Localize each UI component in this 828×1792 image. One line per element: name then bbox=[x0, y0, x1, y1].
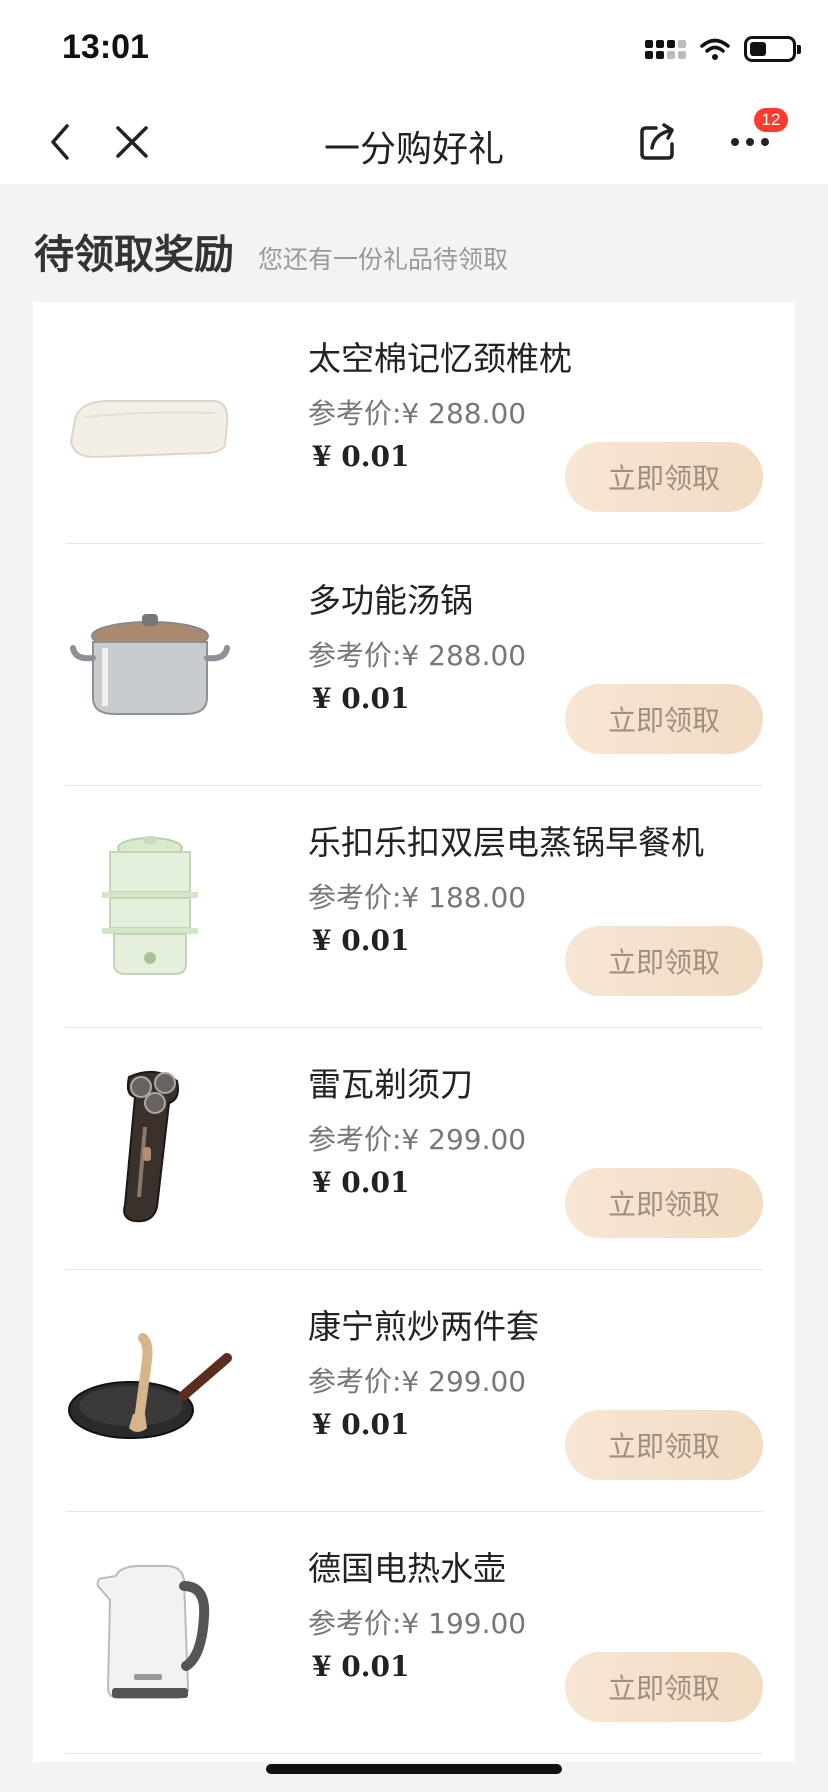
list-item: 雷瓦剃须刀 参考价:¥ 299.00 ¥ 0.01 立即领取 bbox=[65, 1028, 763, 1270]
claim-button[interactable]: 立即领取 bbox=[565, 1652, 763, 1722]
more-button[interactable]: 12 bbox=[724, 108, 788, 168]
claim-button[interactable]: 立即领取 bbox=[565, 1410, 763, 1480]
list-item: 康宁煎炒两件套 参考价:¥ 299.00 ¥ 0.01 立即领取 bbox=[65, 1270, 763, 1512]
kettle-icon bbox=[65, 1546, 235, 1716]
divider bbox=[65, 1753, 763, 1754]
battery-icon bbox=[744, 36, 801, 62]
cellular-signal-icon bbox=[645, 39, 686, 59]
section-header: 待领取奖励 您还有一份礼品待领取 bbox=[34, 222, 508, 280]
home-indicator bbox=[266, 1764, 562, 1774]
rewards-list: 太空棉记忆颈椎枕 参考价:¥ 288.00 ¥ 0.01 立即领取 多功能汤锅 … bbox=[33, 302, 795, 1762]
item-price: ¥ 0.01 bbox=[312, 1408, 410, 1441]
share-icon bbox=[640, 123, 674, 160]
claim-button[interactable]: 立即领取 bbox=[565, 442, 763, 512]
status-icons bbox=[645, 34, 801, 64]
navigation-bar: 一分购好礼 12 bbox=[0, 100, 828, 184]
share-button[interactable] bbox=[632, 116, 684, 168]
item-reference-price: 参考价:¥ 288.00 bbox=[308, 397, 527, 430]
page-title: 一分购好礼 bbox=[323, 129, 504, 170]
item-name: 太空棉记忆颈椎枕 bbox=[308, 339, 572, 378]
section-subtitle: 您还有一份礼品待领取 bbox=[258, 245, 509, 274]
status-bar: 13:01 bbox=[0, 0, 828, 100]
item-reference-price: 参考价:¥ 199.00 bbox=[308, 1607, 527, 1640]
item-price: ¥ 0.01 bbox=[312, 1166, 410, 1199]
item-name: 德国电热水壶 bbox=[308, 1549, 506, 1588]
wifi-icon bbox=[700, 38, 730, 60]
item-name: 康宁煎炒两件套 bbox=[308, 1307, 539, 1346]
list-item: 德国电热水壶 参考价:¥ 199.00 ¥ 0.01 立即领取 bbox=[65, 1512, 763, 1754]
notification-badge: 12 bbox=[754, 108, 788, 132]
list-item: 乐扣乐扣双层电蒸锅早餐机 参考价:¥ 188.00 ¥ 0.01 立即领取 bbox=[65, 786, 763, 1028]
pot-icon bbox=[65, 578, 235, 748]
item-reference-price: 参考价:¥ 188.00 bbox=[308, 881, 527, 914]
list-item: 太空棉记忆颈椎枕 参考价:¥ 288.00 ¥ 0.01 立即领取 bbox=[65, 302, 763, 544]
item-reference-price: 参考价:¥ 299.00 bbox=[308, 1123, 527, 1156]
section-title: 待领取奖励 bbox=[34, 232, 234, 278]
steamer-icon bbox=[65, 820, 235, 990]
item-reference-price: 参考价:¥ 299.00 bbox=[308, 1365, 527, 1398]
status-time: 13:01 bbox=[62, 28, 149, 66]
item-price: ¥ 0.01 bbox=[312, 1650, 410, 1683]
shaver-icon bbox=[65, 1062, 235, 1232]
list-item: 多功能汤锅 参考价:¥ 288.00 ¥ 0.01 立即领取 bbox=[65, 544, 763, 786]
item-reference-price: 参考价:¥ 288.00 bbox=[308, 639, 527, 672]
item-name: 乐扣乐扣双层电蒸锅早餐机 bbox=[308, 823, 704, 862]
claim-button[interactable]: 立即领取 bbox=[565, 926, 763, 996]
frying-pan-icon bbox=[65, 1304, 235, 1474]
claim-button[interactable]: 立即领取 bbox=[565, 684, 763, 754]
item-name: 雷瓦剃须刀 bbox=[308, 1065, 473, 1104]
item-name: 多功能汤锅 bbox=[308, 581, 473, 620]
more-dots-icon bbox=[731, 138, 769, 146]
pillow-icon bbox=[65, 336, 235, 506]
item-price: ¥ 0.01 bbox=[312, 682, 410, 715]
item-price: ¥ 0.01 bbox=[312, 924, 410, 957]
claim-button[interactable]: 立即领取 bbox=[565, 1168, 763, 1238]
item-price: ¥ 0.01 bbox=[312, 440, 410, 473]
